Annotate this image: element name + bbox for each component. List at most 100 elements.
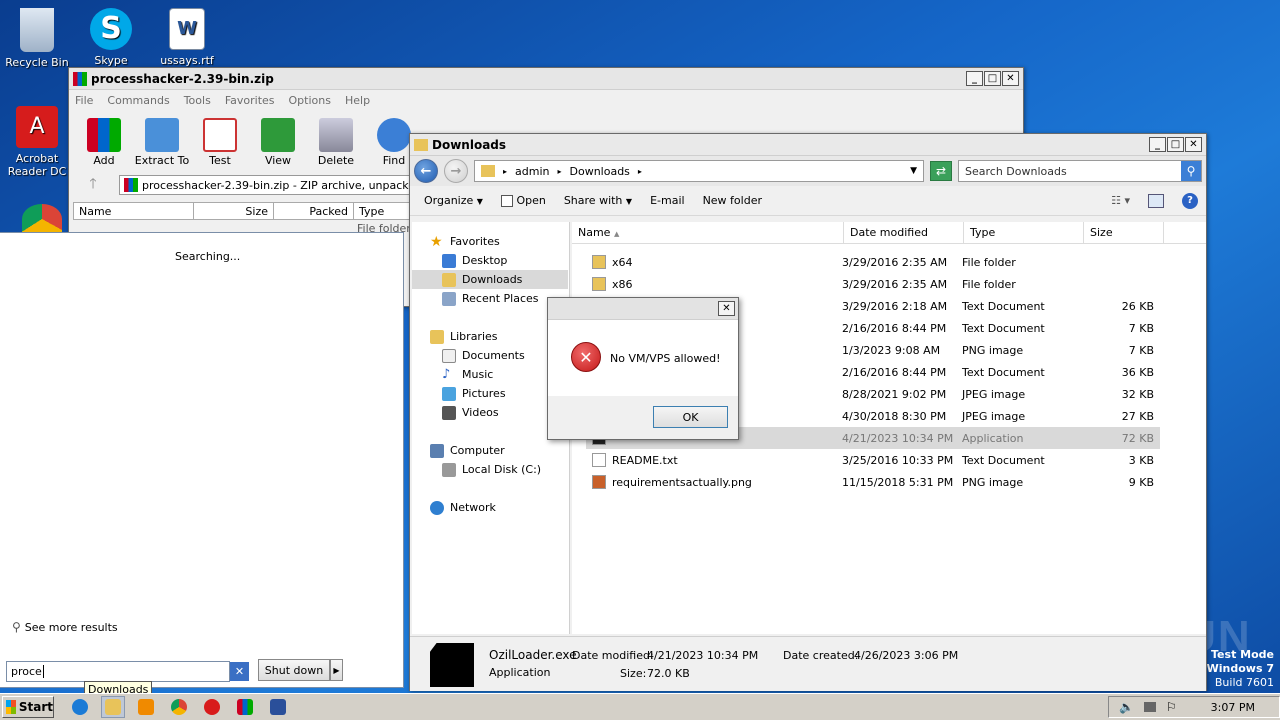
nav-libraries[interactable]: Libraries (430, 327, 498, 346)
menu-commands[interactable]: Commands (107, 94, 169, 107)
up-arrow-icon[interactable]: 🡑 (73, 173, 113, 197)
close-button[interactable]: ✕ (1002, 71, 1019, 86)
image-icon (592, 475, 606, 489)
search-icon[interactable]: ⚲ (1181, 161, 1201, 181)
desktop-icon-acrobat[interactable]: A Acrobat Reader DC (2, 106, 72, 178)
file-row[interactable]: x64 3/29/2016 2:35 AM File folder (586, 251, 1160, 273)
nav-computer[interactable]: Computer (430, 441, 505, 460)
os-badge: Test Mode Windows 7 Build 7601 (1207, 648, 1274, 690)
open-button[interactable]: Open (500, 194, 546, 207)
col-packed[interactable]: Packed (274, 203, 354, 219)
taskbar-opera[interactable] (200, 696, 224, 718)
see-more-results[interactable]: ⚲ See more results (12, 620, 118, 634)
col-type[interactable]: Type (354, 203, 414, 219)
share-with-button[interactable]: Share with ▼ (564, 194, 632, 207)
file-row[interactable]: requirementsactually.png 11/15/2018 5:31 … (586, 471, 1160, 493)
breadcrumb-admin[interactable]: admin (515, 165, 549, 178)
desktop-icon-ussays[interactable]: W ussays.rtf (152, 8, 222, 67)
col-size[interactable]: Size (1084, 222, 1164, 243)
nav-desktop[interactable]: Desktop (442, 251, 507, 270)
view-options-icon[interactable]: ☷ ▾ (1111, 194, 1130, 207)
desktop-icon-skype[interactable]: S Skype (76, 8, 146, 67)
taskbar-ie[interactable] (68, 696, 92, 718)
network-tray-icon[interactable] (1143, 702, 1156, 712)
view-button[interactable]: View (249, 110, 307, 174)
nav-videos[interactable]: Videos (442, 403, 499, 422)
nav-music[interactable]: ♪ Music (442, 365, 493, 384)
command-bar: Organize ▼ Open Share with ▼ E-mail New … (410, 186, 1206, 216)
maximize-button[interactable]: □ (984, 71, 1001, 86)
explorer-titlebar[interactable]: Downloads _ □ ✕ (410, 134, 1206, 156)
email-button[interactable]: E-mail (650, 194, 685, 207)
maximize-button[interactable]: □ (1167, 137, 1184, 152)
start-search-input[interactable]: proce (6, 661, 230, 682)
search-downloads-input[interactable]: Search Downloads ⚲ (958, 160, 1202, 182)
file-size: 36 KB (1121, 365, 1154, 379)
nav-pictures[interactable]: Pictures (442, 384, 506, 403)
close-button[interactable]: ✕ (1185, 137, 1202, 152)
new-folder-button[interactable]: New folder (703, 194, 762, 207)
taskbar-winrar[interactable] (233, 696, 257, 718)
shutdown-options-button[interactable]: ▶ (330, 659, 343, 681)
open-icon (500, 195, 513, 207)
help-icon[interactable]: ? (1182, 192, 1198, 209)
extract-to-button[interactable]: Extract To (133, 110, 191, 174)
dialog-titlebar[interactable]: ✕ (548, 298, 738, 320)
breadcrumb-downloads[interactable]: Downloads (570, 165, 630, 178)
dialog-close-button[interactable]: ✕ (718, 301, 735, 316)
sort-ascending-icon: ▲ (613, 230, 620, 238)
address-bar[interactable]: ▸ admin ▸ Downloads ▸ ▼ (474, 160, 924, 182)
taskbar-media-player[interactable] (134, 696, 158, 718)
nav-favorites[interactable]: ★ Favorites (430, 232, 500, 251)
minimize-button[interactable]: _ (1149, 137, 1166, 152)
back-button[interactable]: ← (414, 159, 438, 183)
ie-icon (72, 699, 88, 715)
refresh-button[interactable]: ⇄ (930, 161, 952, 181)
chrome-icon (171, 699, 187, 715)
dialog-ok-button[interactable]: OK (653, 406, 728, 428)
menu-file[interactable]: File (75, 94, 93, 107)
col-name[interactable]: Name ▲ (572, 222, 844, 243)
nav-recent-places[interactable]: Recent Places (442, 289, 539, 308)
minimize-button[interactable]: _ (966, 71, 983, 86)
taskbar-chrome[interactable] (167, 696, 191, 718)
file-row[interactable]: README.txt 3/25/2016 10:33 PM Text Documen… (586, 449, 1160, 471)
nav-downloads[interactable]: Downloads (412, 270, 568, 289)
volume-icon[interactable]: 🔈 (1119, 700, 1134, 714)
preview-pane-icon[interactable] (1148, 193, 1164, 208)
test-button[interactable]: Test (191, 110, 249, 174)
file-name-cell: x86 (586, 277, 842, 291)
clock[interactable]: 3:07 PM (1211, 701, 1255, 714)
shutdown-button[interactable]: Shut down (258, 659, 330, 681)
windows-logo-icon (6, 700, 16, 714)
col-type[interactable]: Type (964, 222, 1084, 243)
menu-help[interactable]: Help (345, 94, 370, 107)
file-name-cell: requirementsactually.png (586, 475, 842, 489)
flag-icon[interactable]: ⚐ (1166, 700, 1177, 714)
winrar-titlebar[interactable]: processhacker-2.39-bin.zip _ □ ✕ (69, 68, 1023, 90)
taskbar-powershell[interactable] (266, 696, 290, 718)
col-name[interactable]: Name (74, 203, 194, 219)
nav-documents[interactable]: Documents (442, 346, 525, 365)
chrome-desktop-icon[interactable] (22, 204, 62, 234)
menu-options[interactable]: Options (289, 94, 331, 107)
col-size[interactable]: Size (194, 203, 274, 219)
nav-network[interactable]: Network (430, 498, 496, 517)
forward-button[interactable]: → (444, 159, 468, 183)
nav-local-disk[interactable]: Local Disk (C:) (442, 460, 541, 479)
file-row[interactable]: x86 3/29/2016 2:35 AM File folder (586, 273, 1160, 295)
forward-arrow-icon: → (450, 163, 462, 179)
organize-button[interactable]: Organize ▼ (424, 194, 483, 207)
clear-search-button[interactable]: ✕ (230, 662, 249, 681)
taskbar-explorer[interactable] (101, 696, 125, 718)
address-dropdown-icon[interactable]: ▼ (910, 166, 917, 176)
explorer-navbar: ← → ▸ admin ▸ Downloads ▸ ▼ ⇄ Search Dow… (410, 156, 1206, 186)
delete-button[interactable]: Delete (307, 110, 365, 174)
details-modified: 4/21/2023 10:34 PM (647, 649, 759, 662)
add-button[interactable]: Add (75, 110, 133, 174)
menu-favorites[interactable]: Favorites (225, 94, 275, 107)
menu-tools[interactable]: Tools (184, 94, 211, 107)
col-date-modified[interactable]: Date modified (844, 222, 964, 243)
start-button[interactable]: Start (2, 696, 54, 718)
desktop-icon-recycle-bin[interactable]: Recycle Bin (2, 8, 72, 69)
